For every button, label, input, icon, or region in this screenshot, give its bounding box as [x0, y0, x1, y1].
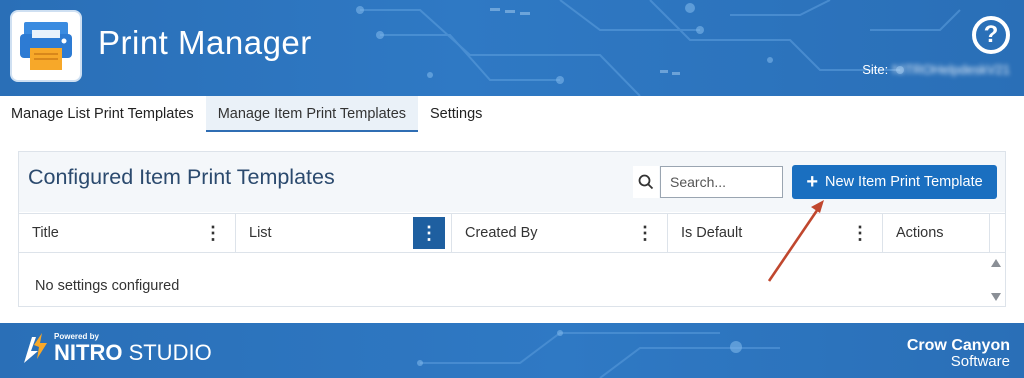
column-label: Created By	[465, 225, 538, 241]
tab-settings[interactable]: Settings	[418, 96, 494, 132]
scroll-down-icon[interactable]	[990, 292, 1002, 302]
site-label: Site:	[862, 62, 889, 77]
company-logo: Crow Canyon Software	[907, 337, 1010, 370]
tab-bar: Manage List Print Templates Manage Item …	[0, 96, 1024, 134]
column-header-list[interactable]: List ⋮	[236, 214, 452, 252]
search-box	[633, 166, 783, 198]
tab-manage-list-print-templates[interactable]: Manage List Print Templates	[0, 96, 206, 132]
site-value: NITROHelpdeskV21	[892, 62, 1010, 77]
grid-header: Title ⋮ List ⋮ Created By ⋮ Is Default ⋮…	[19, 213, 1005, 253]
scroll-up-icon[interactable]	[990, 258, 1002, 268]
new-button-label: New Item Print Template	[825, 174, 983, 190]
column-header-created-by[interactable]: Created By ⋮	[452, 214, 668, 252]
column-menu-icon[interactable]: ⋮	[629, 217, 661, 249]
tab-manage-item-print-templates[interactable]: Manage Item Print Templates	[205, 96, 419, 132]
site-info: Site: NITROHelpdeskV21	[862, 62, 1010, 77]
app-title: Print Manager	[98, 24, 312, 61]
templates-panel: Configured Item Print Templates + New It…	[18, 151, 1006, 307]
annotation-arrow	[767, 200, 824, 282]
app-footer: Powered by NITRO STUDIO Crow Canyon Soft…	[0, 323, 1024, 378]
plus-icon: +	[806, 171, 818, 193]
panel-title: Configured Item Print Templates	[28, 165, 335, 189]
column-label: List	[249, 225, 272, 241]
search-input[interactable]	[660, 166, 783, 198]
column-label: Title	[32, 225, 59, 241]
empty-message: No settings configured	[35, 278, 180, 294]
column-label: Is Default	[681, 225, 743, 241]
column-header-actions: Actions	[883, 214, 990, 252]
new-item-print-template-button[interactable]: + New Item Print Template	[792, 165, 997, 199]
search-icon[interactable]	[633, 166, 659, 198]
company-suffix: Software	[950, 353, 1010, 370]
column-menu-icon[interactable]: ⋮	[844, 217, 876, 249]
printer-icon	[20, 22, 72, 70]
company-name: Crow Canyon	[906, 337, 1010, 354]
panel-header: Configured Item Print Templates + New It…	[19, 152, 1005, 212]
app-header: Print Manager ? Site: NITROHelpdeskV21	[0, 0, 1024, 96]
powered-by-nitro-studio: Powered by NITRO STUDIO	[20, 331, 212, 365]
studio-name-bold: NITRO	[54, 339, 123, 365]
studio-name: NITRO STUDIO	[54, 339, 212, 365]
nitro-bolt-icon	[24, 333, 47, 363]
studio-name-rest: STUDIO	[122, 339, 212, 365]
app-logo	[10, 10, 82, 82]
help-icon[interactable]: ?	[972, 16, 1010, 54]
column-menu-icon[interactable]: ⋮	[197, 217, 229, 249]
column-label: Actions	[896, 225, 944, 241]
column-menu-icon[interactable]: ⋮	[413, 217, 445, 249]
column-header-title[interactable]: Title ⋮	[19, 214, 236, 252]
